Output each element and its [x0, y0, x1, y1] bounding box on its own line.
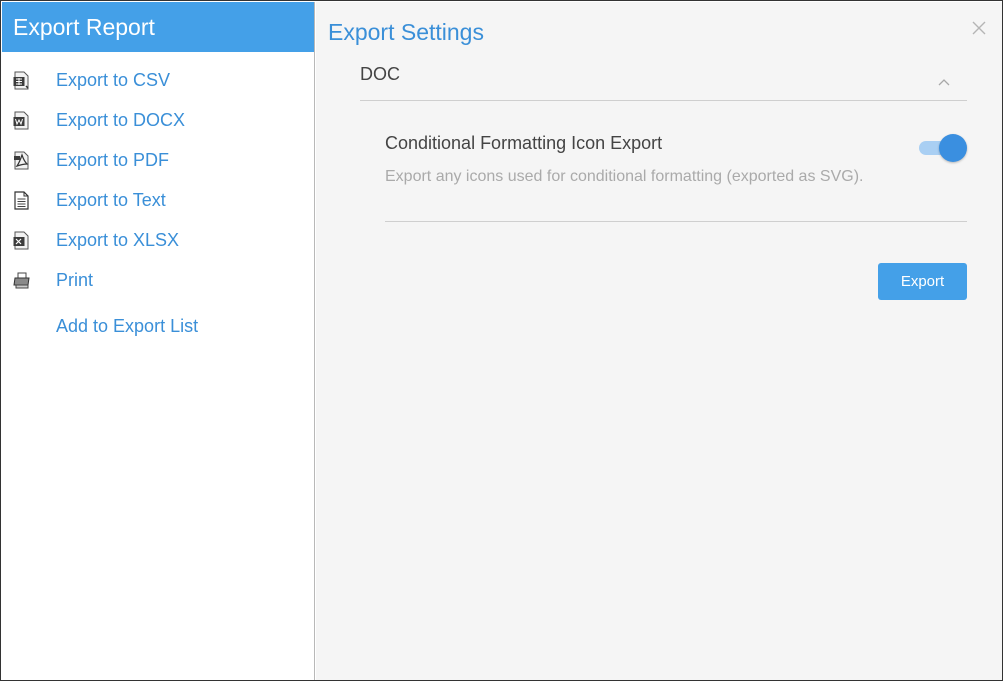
doc-section-header[interactable]: DOC	[360, 56, 967, 101]
printer-icon	[13, 271, 30, 290]
setting-description: Export any icons used for conditional fo…	[385, 168, 864, 185]
menu-item-print[interactable]: Print	[2, 260, 314, 300]
menu-item-label: Print	[56, 269, 94, 290]
menu-item-label: Export to DOCX	[56, 109, 186, 130]
text-file-icon	[13, 190, 30, 210]
csv-file-icon	[13, 71, 30, 90]
section-title: DOC	[360, 64, 400, 84]
pdf-file-icon	[13, 151, 30, 170]
menu-item-label: Export to Text	[56, 189, 166, 210]
menu-item-export-text[interactable]: Export to Text	[2, 180, 314, 220]
export-dialog: Export Report Export to CSV Export to DO…	[0, 0, 1003, 681]
chevron-up-icon[interactable]	[937, 74, 951, 86]
menu-item-export-csv[interactable]: Export to CSV	[2, 60, 314, 100]
export-report-title: Export Report	[2, 2, 314, 52]
conditional-formatting-toggle[interactable]	[917, 134, 967, 162]
setting-label: Conditional Formatting Icon Export	[385, 133, 663, 153]
export-button[interactable]: Export	[878, 263, 967, 300]
export-report-panel: Export Report Export to CSV Export to DO…	[2, 2, 315, 680]
export-menu: Export to CSV Export to DOCX Export to P…	[2, 60, 314, 346]
export-settings-title: Export Settings	[328, 19, 484, 45]
close-icon[interactable]	[971, 20, 987, 36]
export-settings-panel: Export Settings DOC Conditional Formatti…	[316, 2, 1002, 680]
menu-item-export-xlsx[interactable]: Export to XLSX	[2, 220, 314, 260]
docx-file-icon	[13, 111, 30, 130]
menu-item-label: Export to CSV	[56, 69, 171, 90]
toggle-knob	[939, 134, 967, 162]
menu-item-add-to-export-list[interactable]: Add to Export List	[2, 306, 314, 346]
menu-item-label: Add to Export List	[56, 315, 199, 336]
menu-item-export-docx[interactable]: Export to DOCX	[2, 100, 314, 140]
conditional-formatting-setting: Conditional Formatting Icon Export Expor…	[385, 129, 967, 222]
menu-item-label: Export to PDF	[56, 149, 170, 170]
menu-item-export-pdf[interactable]: Export to PDF	[2, 140, 314, 180]
menu-item-label: Export to XLSX	[56, 229, 180, 250]
xlsx-file-icon	[13, 231, 30, 250]
